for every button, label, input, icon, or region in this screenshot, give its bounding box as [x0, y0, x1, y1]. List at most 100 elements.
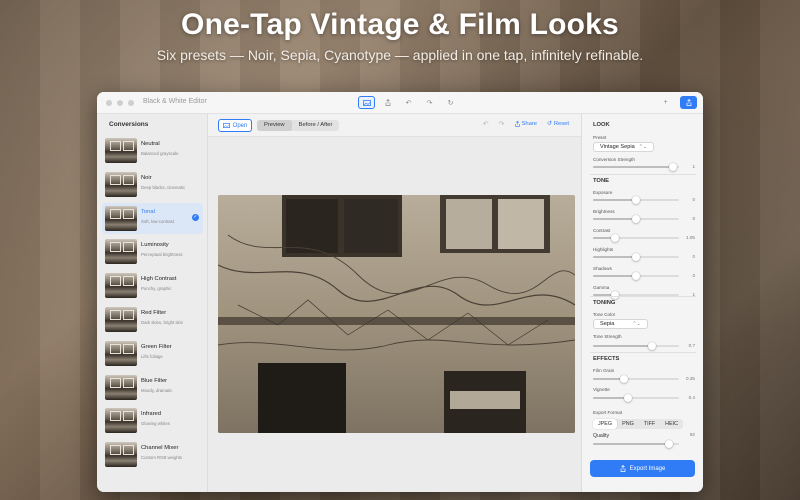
undo-icon[interactable]: ↶	[483, 120, 489, 128]
export-toolbar-button[interactable]	[680, 96, 697, 109]
share-icon	[385, 99, 390, 106]
export-format-segmented-control: JPEG PNG TIFF HEIC	[593, 419, 684, 429]
exposure-value: 0	[692, 197, 695, 202]
view-mode-before-after[interactable]: Before / After	[292, 120, 340, 131]
tone-color-select[interactable]: Sepia ⌃⌄	[593, 319, 648, 329]
export-icon	[686, 99, 691, 106]
conversion-name: Red Filter	[141, 310, 167, 316]
slider-knob[interactable]	[611, 291, 619, 299]
vignette-slider[interactable]	[593, 394, 679, 402]
highlights-slider[interactable]	[593, 253, 679, 261]
tone-strength-value: 0.7	[688, 343, 695, 348]
format-png[interactable]: PNG	[617, 419, 639, 429]
conversion-item[interactable]: High Contrast Punchy, graphic	[102, 270, 203, 301]
conversion-description: Soft, low contrast	[141, 218, 174, 224]
tone-color-value: Sepia	[600, 320, 615, 327]
reset-toolbar-button[interactable]: ↻	[442, 96, 459, 109]
conversion-thumbnail	[105, 374, 137, 400]
conversion-name: Luminosity	[141, 242, 169, 249]
redo-toolbar-button[interactable]: ↷	[421, 96, 438, 109]
add-button[interactable]: +	[657, 96, 674, 109]
conversion-name: Blue Filter	[141, 377, 168, 384]
quality-slider[interactable]	[593, 440, 679, 448]
conversion-name: Tonal	[141, 208, 155, 215]
shadows-slider[interactable]	[593, 272, 679, 280]
contrast-slider[interactable]	[593, 234, 679, 242]
preview-image[interactable]	[218, 195, 575, 433]
preset-select[interactable]: Vintage Sepia ⌃⌄	[593, 142, 655, 152]
share-button-label: Share	[521, 121, 537, 127]
brightness-label: Brightness	[593, 209, 615, 214]
conversion-item[interactable]: Noir Deep blacks, cinematic	[102, 169, 203, 200]
redo-icon[interactable]: ↷	[499, 120, 505, 128]
slider-knob[interactable]	[669, 163, 677, 171]
format-heic[interactable]: HEIC	[660, 419, 683, 429]
slider-knob[interactable]	[611, 234, 619, 242]
tone-strength-slider[interactable]	[593, 342, 679, 350]
checkmark-icon: ✓	[192, 213, 199, 221]
zoom-window-button[interactable]	[128, 100, 134, 106]
view-mode-segmented-control: Preview Before / After	[257, 120, 340, 131]
sidebar-heading: Conversions	[109, 121, 149, 128]
minimize-window-button[interactable]	[117, 100, 123, 106]
view-mode-preview[interactable]: Preview	[257, 120, 292, 131]
conversion-item[interactable]: Green Filter Lifts foliage	[102, 338, 203, 369]
reset-button[interactable]: ↺ Reset	[547, 121, 569, 127]
conversion-thumbnail	[105, 205, 137, 231]
slider-knob[interactable]	[648, 342, 656, 350]
slider-knob[interactable]	[620, 375, 628, 383]
conversion-item[interactable]: Infrared Glowing whites	[102, 405, 203, 436]
conversion-item[interactable]: Red Filter Dark skies, bright skin	[102, 304, 203, 335]
canvas-toolbar: Open Preview Before / After ↶ ↷ Share ↺ …	[208, 114, 581, 137]
slider-fill	[593, 345, 652, 347]
quality-value: 92	[689, 432, 695, 437]
chevron-updown-icon: ⌃⌄	[638, 143, 648, 150]
adjustments-panel: LOOK Preset Vintage Sepia ⌃⌄ Conversion …	[581, 114, 703, 492]
conversion-description: Deep blacks, cinematic	[141, 184, 186, 190]
conversion-description: Glowing whites	[141, 421, 170, 427]
share-toolbar-button[interactable]	[379, 96, 396, 109]
conversion-thumbnail	[105, 442, 137, 468]
exposure-slider[interactable]	[593, 196, 679, 204]
shadows-label: Shadows	[593, 266, 612, 271]
conversion-item[interactable]: Blue Filter Moody, dramatic	[102, 372, 203, 403]
brightness-slider[interactable]	[593, 215, 679, 223]
photo-icon	[362, 99, 371, 106]
conversion-item[interactable]: Luminosity Perceptual brightness	[102, 236, 203, 267]
slider-knob[interactable]	[632, 215, 640, 223]
export-image-button[interactable]: Export Image	[590, 460, 695, 477]
conversion-item[interactable]: Channel Mixer Custom RGB weights	[102, 439, 203, 470]
slider-knob[interactable]	[624, 394, 632, 402]
slider-fill	[593, 397, 628, 399]
tone-color-label: Tone Color	[593, 312, 616, 317]
conversion-strength-slider[interactable]	[593, 163, 679, 171]
chevron-updown-icon: ⌃⌄	[632, 320, 641, 327]
conversion-strength-value: 1	[692, 164, 695, 169]
conversion-thumbnail	[105, 273, 137, 299]
conversion-thumbnail	[105, 408, 137, 434]
slider-knob[interactable]	[632, 272, 640, 280]
close-window-button[interactable]	[106, 100, 112, 106]
titlebar-tools: ↶ ↷ ↻	[358, 96, 459, 109]
open-button[interactable]: Open	[218, 119, 252, 132]
film-grain-label: Film Grain	[593, 368, 615, 373]
reset-icon: ↺	[546, 121, 552, 127]
share-icon	[514, 121, 520, 127]
format-tiff[interactable]: TIFF	[639, 419, 660, 429]
format-jpeg[interactable]: JPEG	[593, 419, 618, 429]
film-grain-slider[interactable]	[593, 375, 679, 383]
undo-toolbar-button[interactable]: ↶	[400, 96, 417, 109]
slider-knob[interactable]	[665, 440, 673, 448]
conversion-item[interactable]: Neutral Balanced grayscale	[102, 135, 203, 166]
brightness-value: 0	[692, 216, 695, 221]
conversion-description: Custom RGB weights	[141, 455, 183, 461]
conversion-thumbnail	[105, 239, 137, 265]
conversion-item[interactable]: Tonal Soft, low contrast ✓	[102, 202, 203, 234]
share-button[interactable]: Share	[514, 121, 537, 127]
preset-value: Vintage Sepia	[600, 143, 635, 150]
slider-fill	[593, 256, 636, 258]
marketing-subheadline: Six presets — Noir, Sepia, Cyanotype — a…	[156, 47, 644, 63]
image-view-button[interactable]	[358, 96, 375, 109]
slider-knob[interactable]	[632, 196, 640, 204]
slider-knob[interactable]	[632, 253, 640, 261]
